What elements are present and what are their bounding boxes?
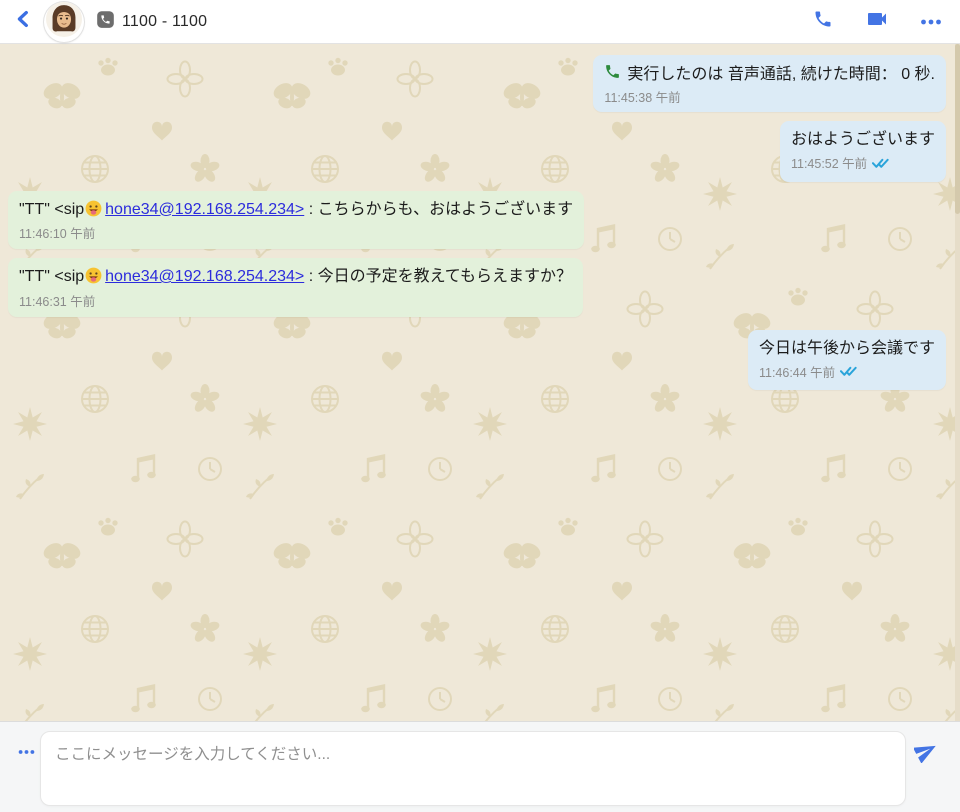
message-text: : こちらからも、おはようございます (304, 201, 573, 218)
sender-prefix: "TT" <sip (19, 268, 84, 285)
avatar-person-image (46, 2, 82, 42)
header-actions (810, 9, 944, 35)
sip-address-link[interactable]: hone34@192.168.254.234> (105, 201, 304, 218)
message-text: おはようございます (791, 129, 935, 151)
message-text: : 今日の予定を教えてもらえますか？ (304, 268, 572, 285)
call-event-text: 実行したのは 音声通話, 続けた時間： 0 秒. (627, 64, 935, 86)
incoming-message-bubble: "TT" <sip hone34@192.168.254.234> : 今日の予定… (8, 258, 583, 316)
read-double-check-icon (840, 362, 857, 384)
phone-badge-icon (96, 10, 115, 34)
back-button[interactable] (10, 8, 38, 36)
sender-prefix: "TT" <sip (19, 201, 84, 218)
page-title: 1100 - 1100 (122, 13, 207, 31)
message-timestamp: 11:45:52 午前 (791, 156, 867, 173)
read-double-check-icon (872, 154, 889, 176)
chat-area: 実行したのは 音声通話, 続けた時間： 0 秒. 11:45:38 午前 おはよ… (0, 44, 960, 721)
message-row: 実行したのは 音声通話, 続けた時間： 0 秒. 11:45:38 午前 (8, 55, 946, 112)
message-timestamp: 11:46:10 午前 (19, 226, 95, 243)
message-row: "TT" <sip hone34@192.168.254.234> : 今日の予定… (8, 258, 946, 316)
message-row: 今日は午後から会議です 11:46:44 午前 (8, 330, 946, 390)
call-phone-icon (604, 63, 621, 87)
video-call-button[interactable] (864, 9, 890, 35)
video-camera-icon (865, 7, 889, 36)
chat-app-window: 1100 - 1100 (0, 0, 960, 812)
call-event-bubble: 実行したのは 音声通話, 続けた時間： 0 秒. 11:45:38 午前 (593, 55, 946, 112)
scrollbar-thumb[interactable] (955, 44, 960, 214)
paper-plane-icon (914, 739, 938, 768)
audio-call-button[interactable] (810, 9, 836, 35)
message-row: おはようございます 11:45:52 午前 (8, 121, 946, 181)
conversation-title-group: 1100 - 1100 (96, 10, 207, 34)
message-list: 実行したのは 音声通話, 続けた時間： 0 秒. 11:45:38 午前 おはよ… (0, 44, 960, 390)
sip-address-link[interactable]: hone34@192.168.254.234> (105, 268, 304, 285)
contact-avatar[interactable] (44, 2, 84, 42)
message-row: "TT" <sip hone34@192.168.254.234> : こちらから… (8, 191, 946, 249)
zany-face-emoji-icon (85, 200, 102, 224)
zany-face-emoji-icon (85, 267, 102, 291)
ellipsis-icon (920, 13, 942, 31)
header-bar: 1100 - 1100 (0, 0, 960, 44)
phone-icon (813, 9, 833, 34)
composer-bar (0, 721, 960, 812)
ellipsis-icon (18, 742, 35, 760)
message-timestamp: 11:45:38 午前 (604, 90, 680, 107)
message-timestamp: 11:46:31 午前 (19, 294, 95, 311)
incoming-message-bubble: "TT" <sip hone34@192.168.254.234> : こちらから… (8, 191, 584, 249)
chevron-left-icon (13, 8, 35, 35)
message-text: 今日は午後から会議です (759, 338, 935, 360)
outgoing-message-bubble: おはようございます 11:45:52 午前 (780, 121, 946, 181)
message-input[interactable] (40, 731, 906, 806)
message-timestamp: 11:46:44 午前 (759, 365, 835, 382)
outgoing-message-bubble: 今日は午後から会議です 11:46:44 午前 (748, 330, 946, 390)
conversation-menu-button[interactable] (918, 9, 944, 35)
chat-scrollbar[interactable] (955, 44, 960, 721)
send-button[interactable] (906, 739, 946, 767)
composer-more-button[interactable] (12, 741, 40, 761)
